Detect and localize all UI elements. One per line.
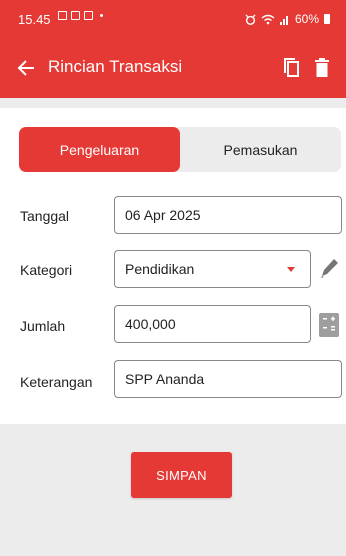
jumlah-label: Jumlah	[20, 318, 66, 334]
save-button[interactable]: SIMPAN	[131, 452, 232, 498]
more-notifications-icon	[100, 14, 103, 17]
amount-field[interactable]: 400,000	[114, 305, 311, 343]
mail-notification-icon	[84, 11, 93, 20]
status-bar: 15.45 60%	[0, 0, 346, 38]
date-field[interactable]: 06 Apr 2025	[114, 196, 342, 234]
notification-icons	[58, 11, 103, 20]
tab-pengeluaran[interactable]: Pengeluaran	[19, 127, 180, 172]
description-field[interactable]: SPP Ananda	[114, 360, 342, 398]
shopping-notification-icon	[71, 11, 80, 20]
kategori-label: Kategori	[20, 262, 73, 278]
category-value: Pendidikan	[125, 261, 195, 277]
alarm-icon	[245, 13, 256, 25]
dropdown-arrow-icon	[287, 267, 295, 272]
tanggal-label: Tanggal	[20, 208, 70, 224]
trash-icon[interactable]	[314, 57, 330, 79]
signal-icon	[279, 15, 288, 25]
tab-pemasukan[interactable]: Pemasukan	[180, 127, 341, 172]
battery-icon	[324, 14, 330, 24]
calculator-icon[interactable]	[318, 312, 340, 338]
back-arrow-icon[interactable]	[16, 56, 36, 80]
transaction-type-toggle: Pengeluaran Pemasukan	[19, 127, 341, 172]
battery-percent: 60%	[294, 12, 319, 26]
keterangan-label: Keterangan	[20, 374, 93, 390]
copy-icon[interactable]	[283, 57, 299, 79]
category-dropdown[interactable]: Pendidikan	[114, 250, 311, 288]
wifi-icon	[261, 14, 275, 24]
gallery-notification-icon	[58, 11, 67, 20]
page-title: Rincian Transaksi	[48, 57, 183, 76]
edit-pencil-icon[interactable]	[318, 256, 340, 280]
app-bar: Rincian Transaksi	[0, 38, 346, 98]
status-time: 15.45	[18, 12, 51, 27]
system-status: 60%	[245, 12, 330, 26]
